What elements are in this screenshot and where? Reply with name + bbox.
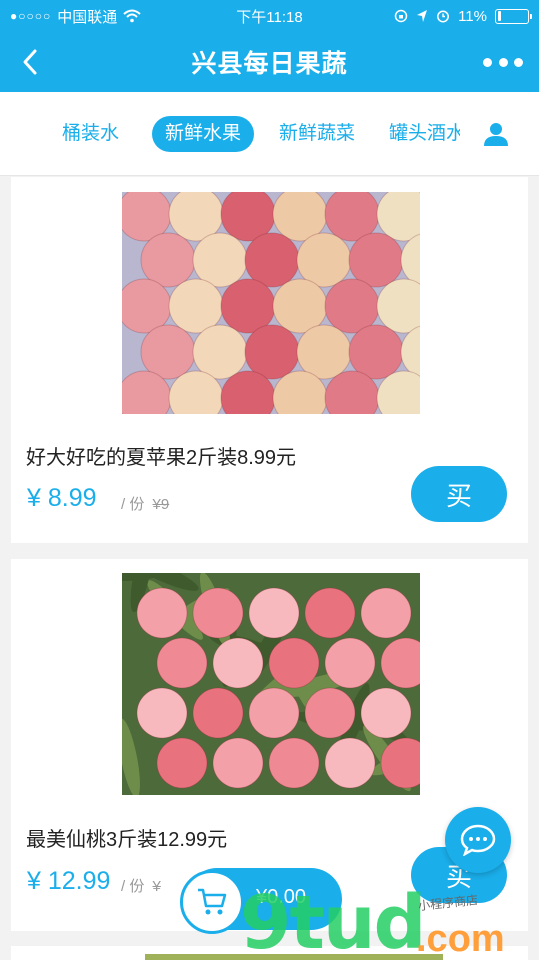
fruit-shape: [348, 324, 404, 380]
fruit-shape: [192, 587, 244, 639]
fruit-shape: [296, 232, 352, 288]
fruit-shape: [248, 587, 300, 639]
unit-label: / 份: [121, 496, 145, 513]
buy-button[interactable]: 买: [411, 466, 507, 522]
tab-fresh-vegetables[interactable]: 新鲜蔬菜: [279, 116, 355, 152]
battery-fill: [497, 11, 501, 21]
original-price: ¥: [152, 878, 161, 895]
tab-canned-drinks[interactable]: 罐头酒水: [389, 116, 460, 152]
fruit-shape: [168, 278, 224, 334]
fruit-shape: [268, 737, 320, 789]
product-price: ¥ 12.99: [27, 867, 111, 895]
fruit-shape: [244, 324, 300, 380]
fruit-shape: [212, 637, 264, 689]
product-image-apples[interactable]: [122, 192, 420, 414]
fruit-shape: [192, 687, 244, 739]
user-icon[interactable]: [483, 121, 509, 147]
product-card[interactable]: 好大好吃的夏苹果2斤装8.99元 ¥ 8.99 / 份 ¥9 买: [11, 177, 528, 543]
fruit-shape: [324, 737, 376, 789]
watermark-logo: 9tud: [240, 880, 427, 960]
fruit-shape: [304, 587, 356, 639]
fruit-shape: [192, 232, 248, 288]
signal-dots: ●○○○○: [10, 9, 52, 23]
more-dot: [483, 57, 492, 67]
navbar: 兴县每日果蔬: [0, 32, 539, 92]
fruit-shape: [136, 587, 188, 639]
category-tabs: 桶装水 新鲜水果 新鲜蔬菜 罐头酒水: [0, 92, 539, 176]
fruit-shape: [324, 637, 376, 689]
back-button[interactable]: [12, 44, 48, 80]
unit-label: / 份: [121, 878, 145, 895]
fruit-shape: [304, 687, 356, 739]
carrier-label: 中国联通: [57, 8, 118, 26]
tab-barreled-water[interactable]: 桶装水: [62, 116, 119, 152]
battery-icon: [495, 8, 532, 24]
fruit-shape: [136, 687, 188, 739]
alarm-icon: [437, 10, 450, 23]
status-bar: ●○○○○ 中国联通 下午11:18 11%: [0, 0, 539, 32]
fruit-shape: [212, 737, 264, 789]
fruit-shape: [140, 232, 196, 288]
product-price: ¥ 8.99: [27, 484, 97, 512]
product-name[interactable]: 最美仙桃3斤装12.99元: [26, 823, 227, 852]
fruit-shape: [220, 278, 276, 334]
location-icon: [417, 10, 428, 22]
product-image-peaches[interactable]: [122, 573, 420, 795]
more-button[interactable]: [483, 50, 523, 74]
fruit-shape: [348, 232, 404, 288]
more-dot: [498, 57, 508, 67]
fruit-shape: [324, 278, 380, 334]
rotation-lock-icon: [394, 9, 408, 23]
fruit-shape: [360, 587, 412, 639]
fruit-shape: [156, 737, 208, 789]
battery-percent: 11%: [458, 7, 487, 25]
cart-icon: [198, 888, 227, 915]
product-name[interactable]: 好大好吃的夏苹果2斤装8.99元: [26, 441, 296, 470]
product-unit: / 份 ¥: [121, 875, 161, 896]
status-right: 11%: [394, 7, 532, 25]
original-price: ¥9: [152, 496, 170, 513]
product-unit: / 份 ¥9: [121, 493, 169, 514]
tab-fresh-fruit[interactable]: 新鲜水果: [152, 116, 255, 152]
fruit-shape: [360, 687, 412, 739]
fruit-shape: [268, 637, 320, 689]
chat-bubble-icon: [460, 824, 496, 856]
status-left: ●○○○○ 中国联通: [10, 6, 141, 27]
more-dot: [514, 57, 523, 67]
fruit-shape: [244, 232, 300, 288]
chat-button[interactable]: [445, 807, 511, 873]
fruit-shape: [192, 324, 248, 380]
fruit-shape: [140, 324, 196, 380]
chevron-left-icon: [23, 49, 37, 75]
fruit-shape: [156, 637, 208, 689]
fruit-shape: [248, 687, 300, 739]
fruit-shape: [296, 324, 352, 380]
cart-button[interactable]: [180, 870, 244, 934]
watermark-domain: .com: [416, 918, 505, 960]
wifi-icon: [123, 9, 141, 23]
fruit-shape: [272, 278, 328, 334]
page-title: 兴县每日果蔬: [191, 50, 348, 78]
